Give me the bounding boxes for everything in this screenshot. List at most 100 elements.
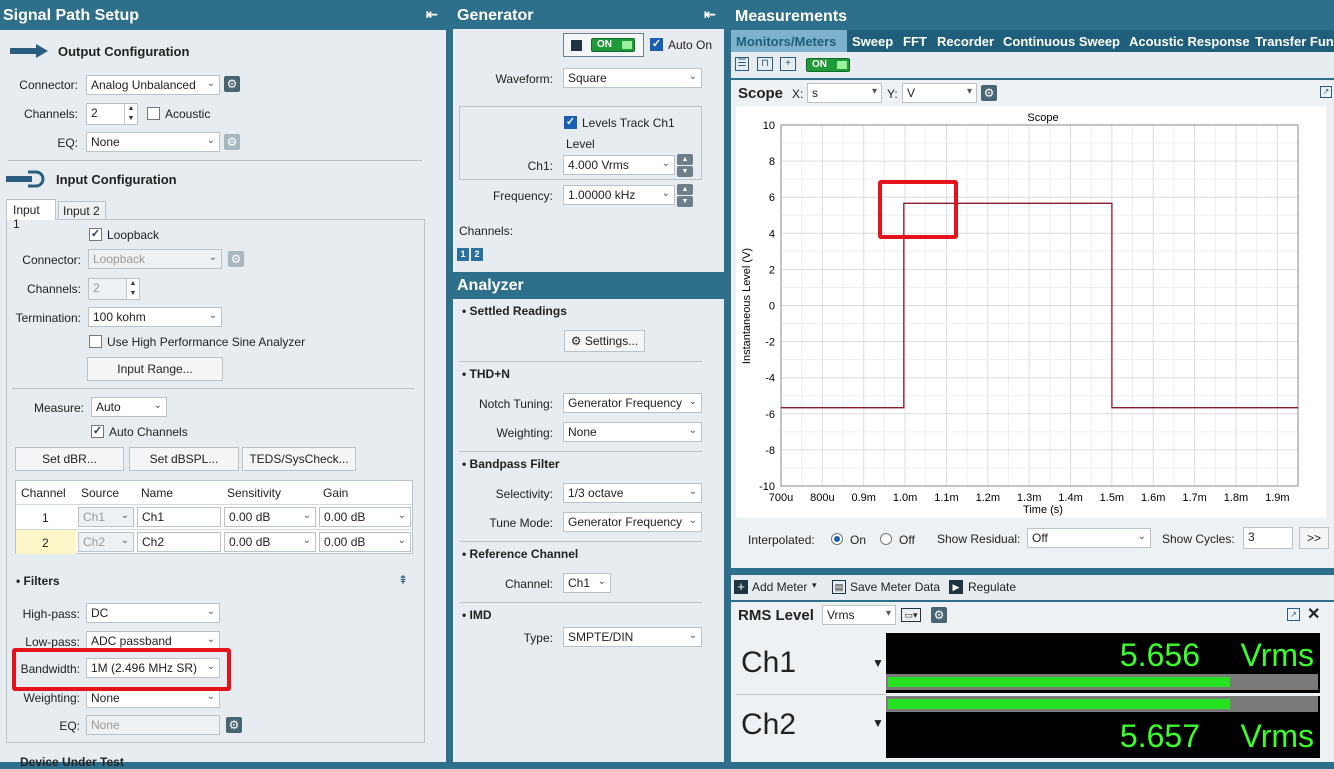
- popout-icon[interactable]: ↗: [1320, 86, 1332, 98]
- save-meter-data-button[interactable]: Save Meter Data: [850, 580, 940, 594]
- output-eq-label: EQ:: [57, 136, 78, 150]
- loopback-checkbox[interactable]: ✓: [89, 228, 102, 241]
- scope-gear-icon[interactable]: ⚙: [981, 85, 997, 101]
- filters-eq-gear-icon[interactable]: ⚙: [226, 717, 242, 733]
- levels-track-checkbox[interactable]: ✓: [564, 116, 577, 129]
- tab-input-2[interactable]: Input 2: [58, 201, 106, 220]
- y-tick-label: 10: [763, 120, 775, 132]
- tab-monitors-meters[interactable]: Monitors/Meters: [736, 34, 836, 49]
- ref-channel-select[interactable]: Ch1 ⌄: [563, 573, 611, 593]
- weighting-select[interactable]: None ⌄: [86, 688, 220, 708]
- acoustic-label: Acoustic: [165, 107, 211, 121]
- output-connector-select[interactable]: Analog Unbalanced ⌄: [86, 75, 220, 95]
- input-range-button[interactable]: Input Range...: [87, 357, 223, 381]
- rms-popout-icon[interactable]: ↗: [1287, 608, 1300, 621]
- table-row[interactable]: 2 Ch2 ⌄ Ch2 0.00 dB ⌄ 0.00 dB ⌄: [16, 530, 412, 554]
- level-up-icon[interactable]: ▲: [677, 154, 693, 165]
- gen-ch1-level-input[interactable]: 4.000 Vrms ⌄: [563, 155, 675, 175]
- input-channels-stepper[interactable]: ▲ ▼: [126, 278, 140, 300]
- tab-transfer-function[interactable]: Transfer Func: [1255, 34, 1334, 49]
- scope-x-select[interactable]: s ▾: [807, 83, 882, 103]
- interpolated-off-radio[interactable]: [880, 533, 892, 545]
- add-meter-button[interactable]: Add Meter: [752, 580, 807, 594]
- pin-icon[interactable]: ⇤: [426, 6, 438, 23]
- table-row[interactable]: 1 Ch1 ⌄ Ch1 0.00 dB ⌄ 0.00 dB ⌄: [16, 505, 412, 530]
- y-tick-label: -10: [759, 481, 775, 493]
- thdn-weighting-select[interactable]: None ⌄: [563, 422, 702, 442]
- input-connector-gear-icon[interactable]: ⚙: [228, 251, 244, 267]
- frequency-up-icon[interactable]: ▲: [677, 184, 693, 195]
- interpolated-on-radio[interactable]: [831, 533, 843, 545]
- highpass-select[interactable]: DC ⌄: [86, 603, 220, 623]
- bandwidth-highlight: [12, 648, 231, 691]
- frequency-input[interactable]: 1.00000 kHz ⌄: [563, 185, 675, 205]
- tab-recorder[interactable]: Recorder: [937, 34, 994, 49]
- add-graph-icon[interactable]: +: [780, 57, 796, 71]
- generator-on-toggle[interactable]: ON: [591, 38, 635, 52]
- output-arrow-icon: [10, 44, 48, 58]
- termination-select[interactable]: 100 kohm ⌄: [88, 307, 222, 327]
- output-channels-input[interactable]: 2: [86, 103, 126, 125]
- tab-input-1[interactable]: Input 1: [6, 199, 56, 231]
- imd-type-label: Type:: [523, 631, 553, 645]
- output-connector-gear-icon[interactable]: ⚙: [224, 76, 240, 92]
- output-eq-gear-icon[interactable]: ⚙: [224, 134, 240, 150]
- set-dbr-button[interactable]: Set dBR...: [15, 447, 124, 471]
- tab-continuous-sweep[interactable]: Continuous Sweep: [1003, 34, 1120, 49]
- waveform-highlight: [878, 180, 958, 239]
- tab-acoustic-response[interactable]: Acoustic Response: [1129, 34, 1250, 49]
- y-tick-label: 2: [769, 264, 775, 276]
- play-icon: ▶: [949, 580, 963, 594]
- generator-pin-icon[interactable]: ⇤: [704, 6, 716, 23]
- acoustic-checkbox[interactable]: [147, 107, 160, 120]
- imd-type-select[interactable]: SMPTE/DIN ⌄: [563, 627, 702, 647]
- monitor-on-toggle[interactable]: ON: [806, 58, 850, 72]
- rms-unit-select[interactable]: Vrms ▾: [822, 605, 896, 625]
- frequency-down-icon[interactable]: ▼: [677, 196, 693, 207]
- settings-button[interactable]: ⚙ Settings...: [564, 330, 645, 352]
- square-wave-icon[interactable]: ⊓: [757, 57, 773, 71]
- interpolated-on-label: On: [850, 533, 867, 547]
- tune-mode-select[interactable]: Generator Frequency ⌄: [563, 512, 702, 532]
- filters-eq-label: EQ:: [59, 719, 80, 733]
- scope-y-select[interactable]: V ▾: [902, 83, 977, 103]
- auto-channels-checkbox[interactable]: ✓: [91, 425, 104, 438]
- more-button[interactable]: >>: [1299, 527, 1329, 549]
- collapse-icon[interactable]: ⇞: [398, 573, 408, 587]
- channel-1-badge[interactable]: 1: [457, 248, 469, 261]
- signal-path-title: Signal Path Setup: [3, 7, 140, 24]
- waveform-select[interactable]: Square ⌄: [563, 68, 702, 88]
- channel-2-badge[interactable]: 2: [471, 248, 483, 261]
- notch-select[interactable]: Generator Frequency ⌄: [563, 393, 702, 413]
- generator-power-button[interactable]: ON: [563, 33, 644, 57]
- meter-display-icon[interactable]: ▭▾: [901, 608, 921, 622]
- level-down-icon[interactable]: ▼: [677, 166, 693, 177]
- imd-title: • IMD: [462, 608, 492, 622]
- tab-fft[interactable]: FFT: [903, 34, 927, 49]
- selectivity-select[interactable]: 1/3 octave ⌄: [563, 483, 702, 503]
- rms-ch2-value: 5.657: [1119, 718, 1200, 754]
- chevron-down-icon[interactable]: ▾: [812, 580, 817, 591]
- tab-sweep[interactable]: Sweep: [852, 34, 893, 49]
- set-dbspl-button[interactable]: Set dBSPL...: [129, 447, 239, 471]
- filters-eq-select[interactable]: None: [86, 715, 220, 735]
- hp-sine-checkbox[interactable]: [89, 335, 102, 348]
- input-connector-select[interactable]: Loopback ⌄: [88, 249, 222, 269]
- input-channels-input[interactable]: 2: [88, 278, 128, 300]
- rms-ch2-display: 5.657 Vrms: [886, 696, 1320, 758]
- output-eq-select[interactable]: None ⌄: [86, 132, 220, 152]
- monitor-settings-icon[interactable]: ☰: [735, 57, 749, 71]
- close-icon[interactable]: ✕: [1307, 604, 1320, 624]
- settled-readings-title: • Settled Readings: [462, 304, 567, 318]
- teds-button[interactable]: TEDS/SysCheck...: [242, 447, 356, 471]
- show-residual-select[interactable]: Off ⌄: [1027, 528, 1151, 548]
- auto-on-checkbox[interactable]: ✓: [650, 38, 663, 51]
- ch1-dropdown-icon[interactable]: ▼: [872, 656, 884, 670]
- rms-ch2-unit: Vrms: [1240, 718, 1314, 754]
- show-cycles-input[interactable]: 3: [1243, 527, 1293, 549]
- ch2-dropdown-icon[interactable]: ▼: [872, 716, 884, 730]
- measure-select[interactable]: Auto ⌄: [91, 397, 167, 417]
- output-channels-stepper[interactable]: ▲ ▼: [124, 103, 138, 125]
- rms-gear-icon[interactable]: ⚙: [931, 607, 947, 623]
- regulate-button[interactable]: Regulate: [968, 580, 1016, 594]
